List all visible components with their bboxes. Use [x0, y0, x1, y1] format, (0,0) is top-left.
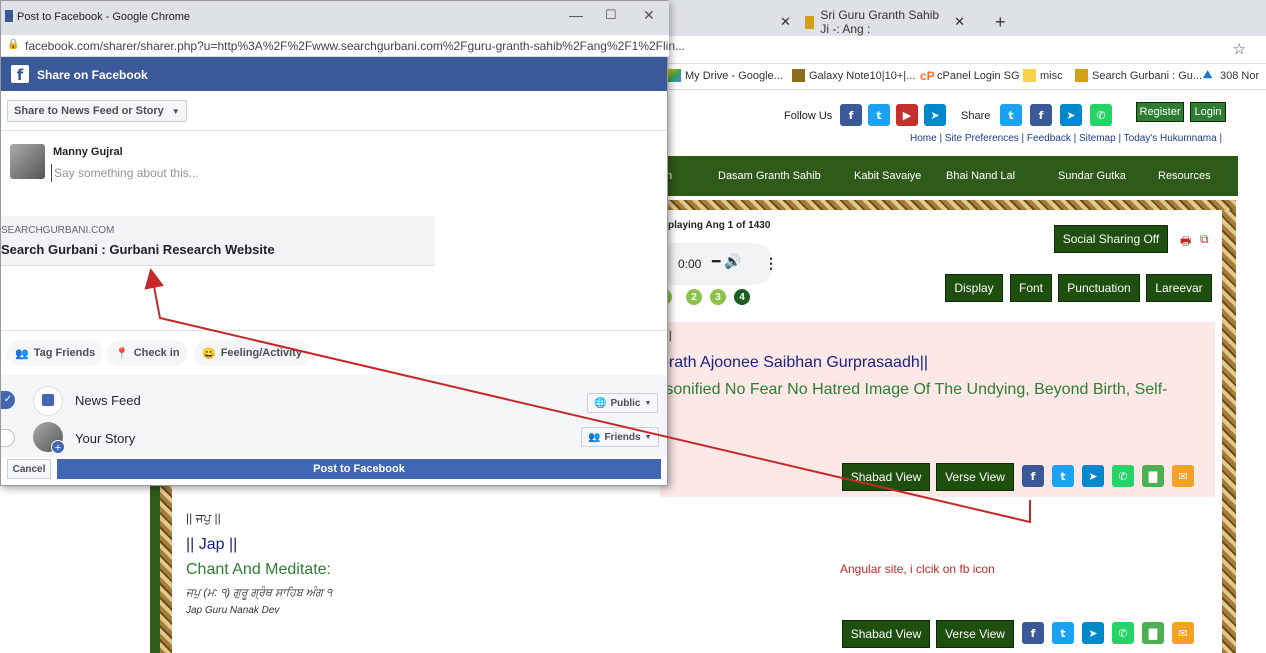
- annotation-arrow: [144, 268, 1031, 524]
- annotation-arrows: [144, 268, 1031, 524]
